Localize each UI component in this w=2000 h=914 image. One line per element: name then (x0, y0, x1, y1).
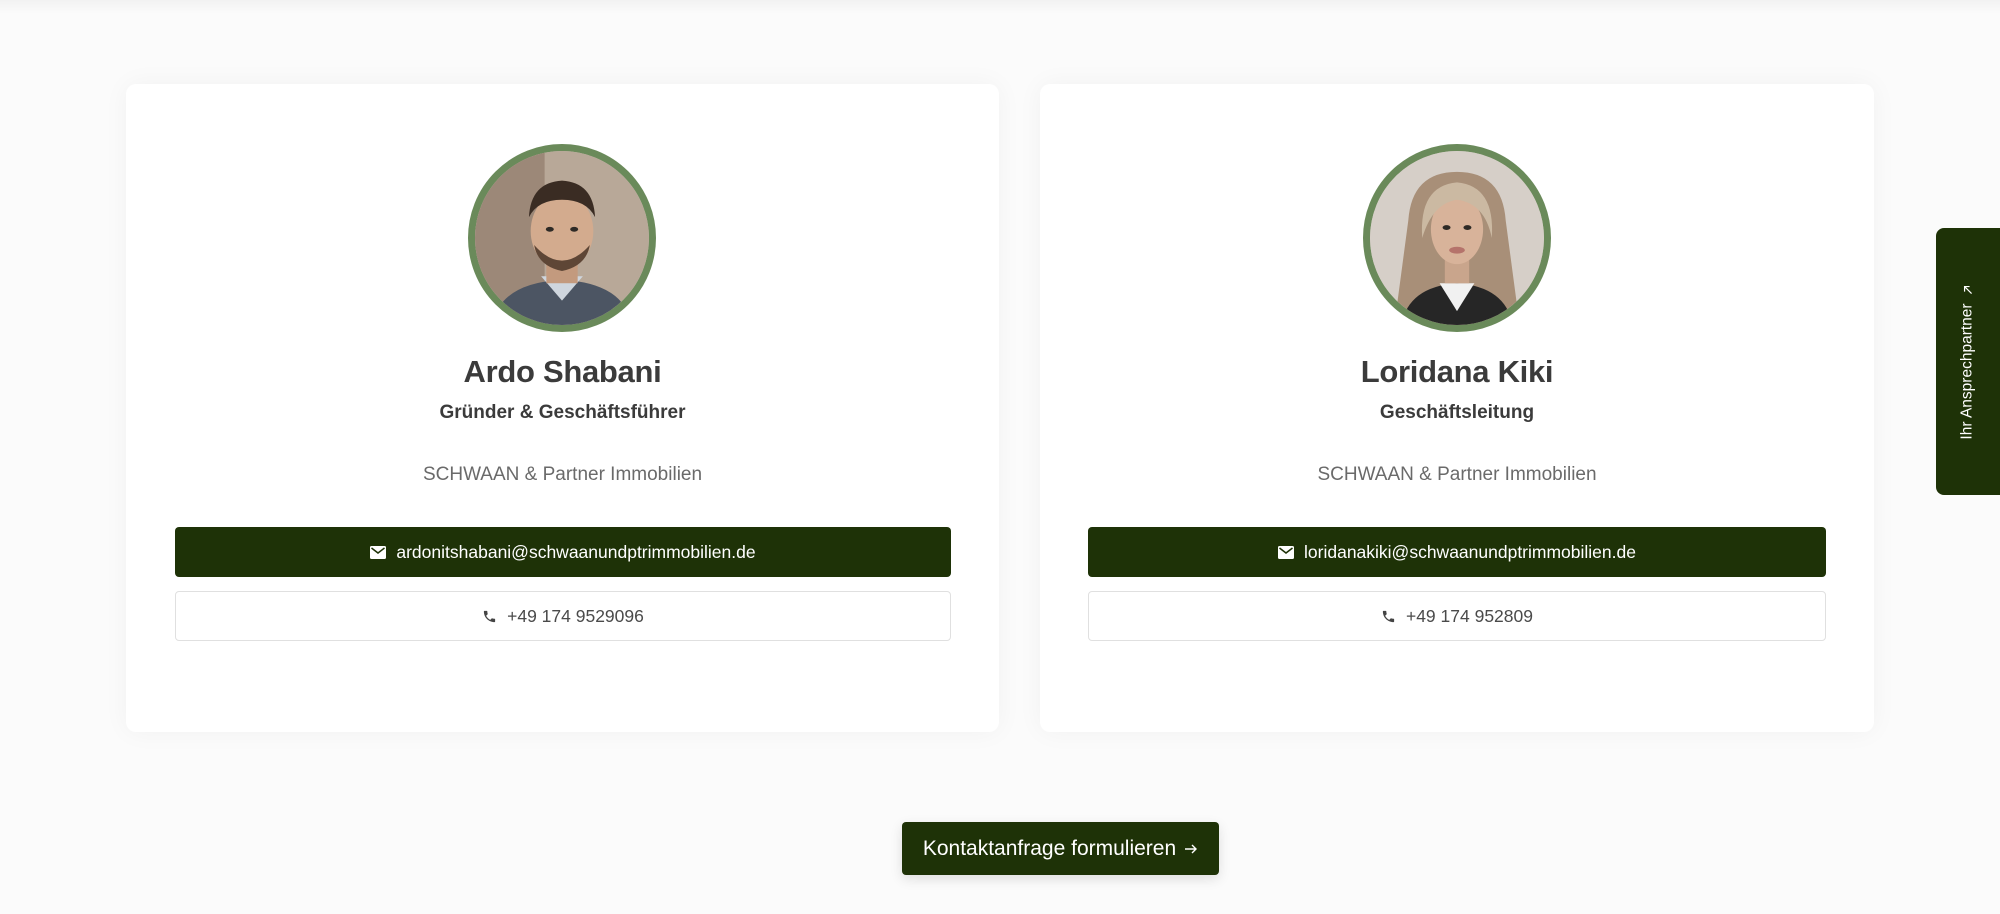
avatar (1363, 144, 1551, 332)
phone-text: +49 174 9529096 (507, 605, 644, 626)
woman-portrait-image (1370, 151, 1544, 325)
contact-person-side-tab[interactable]: Ihr Ansprechpartner (1936, 228, 2000, 495)
avatar (468, 144, 656, 332)
contact-request-button[interactable]: Kontaktanfrage formulieren (902, 822, 1219, 875)
mail-icon (370, 545, 387, 559)
side-tab-label: Ihr Ansprechpartner (1959, 302, 1977, 440)
phone-icon (482, 609, 497, 624)
man-portrait-image (475, 151, 649, 325)
top-bar (0, 0, 2000, 14)
arrow-right-icon (1184, 842, 1198, 856)
email-text: ardonitshabani@schwaanundptrimmobilien.d… (396, 541, 756, 562)
contact-role: Gründer & Geschäftsführer (439, 402, 686, 423)
email-button[interactable]: loridanakiki@schwaanundptrimmobilien.de (1088, 527, 1826, 577)
arrow-up-right-icon (1963, 284, 1974, 295)
contact-card-ardo: Ardo Shabani Gründer & Geschäftsführer S… (126, 84, 999, 732)
mail-icon (1278, 545, 1295, 559)
phone-text: +49 174 952809 (1405, 605, 1533, 626)
phone-button[interactable]: +49 174 952809 (1088, 591, 1826, 641)
email-text: loridanakiki@schwaanundptrimmobilien.de (1304, 541, 1636, 562)
phone-icon (1381, 609, 1396, 624)
contact-request-label: Kontaktanfrage formulieren (922, 836, 1177, 860)
contact-role: Geschäftsleitung (1379, 402, 1535, 423)
contact-card-loridana: Loridana Kiki Geschäftsleitung SCHWAAN &… (1040, 84, 1874, 732)
contact-company: SCHWAAN & Partner Immobilien (1317, 464, 1597, 485)
phone-button[interactable]: +49 174 9529096 (175, 591, 951, 641)
contact-name: Ardo Shabani (463, 354, 662, 389)
email-button[interactable]: ardonitshabani@schwaanundptrimmobilien.d… (175, 527, 951, 577)
contact-name: Loridana Kiki (1360, 354, 1554, 389)
contact-company: SCHWAAN & Partner Immobilien (422, 464, 703, 485)
